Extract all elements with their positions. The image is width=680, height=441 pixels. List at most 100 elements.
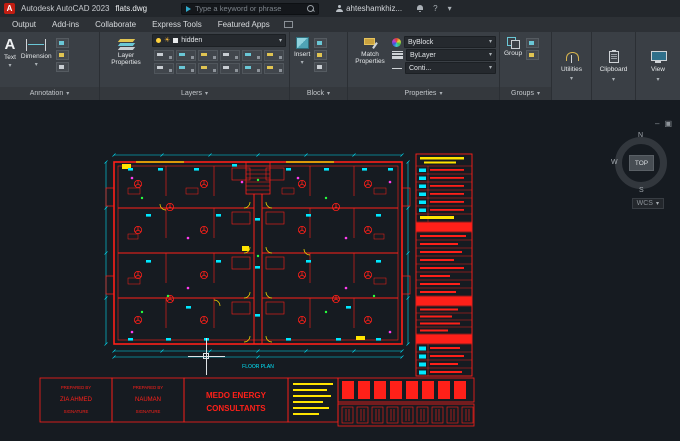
panel-label-groups[interactable]: Groups ▾ [500,87,551,100]
linetype-dropdown[interactable]: Conti... ▾ [405,62,496,74]
search-box[interactable]: Type a keyword or phrase [181,2,320,15]
panel-utilities: Utilities ▾ [552,32,592,100]
layer-color-swatch-icon[interactable] [173,38,179,43]
ungroup-icon[interactable] [526,38,540,48]
linetype-icon [392,67,402,69]
insert-button[interactable]: Insert ▾ [293,34,311,86]
viewcube-south[interactable]: S [639,187,644,194]
chevron-down-icon: ▾ [488,39,492,45]
layer-tool-icon[interactable] [154,50,174,61]
annotation-tool-icon[interactable] [55,62,69,72]
viewcube-top-face[interactable]: TOP [629,155,654,171]
layer-tool-icon[interactable] [264,50,284,61]
ribbon-tab-collaborate[interactable]: Collaborate [87,17,144,32]
layer-on-bulb-icon[interactable] [156,38,161,43]
layer-tool-icon[interactable] [198,50,218,61]
floor-plan-drawing: FLOOR PLAN PREPARED BY ZIA AHMED SIGNATU… [39,153,475,427]
ribbon-options-icon[interactable] [283,21,293,28]
match-properties-button[interactable]: Match Properties [351,34,389,86]
chevron-down-icon: ▾ [327,90,331,97]
current-layer-name: hidden [181,37,203,44]
plan-green-points [140,178,376,314]
group-button[interactable]: Group [503,34,523,86]
ribbon-tab-output[interactable]: Output [4,17,44,32]
block-attributes-icon[interactable] [314,62,328,72]
edit-block-icon[interactable] [314,50,328,60]
group-edit-icon[interactable] [526,50,540,60]
group-icon [506,37,520,49]
legend-table [415,153,473,377]
model-space-canvas[interactable]: – ▣ N W S TOP WCS ▾ FLOOR PLAN PREPARED … [0,100,680,441]
leader-tool-icon[interactable] [55,50,69,60]
user-account-button[interactable]: ahteshamkhiz... [335,4,402,13]
viewport-controls: – ▣ [655,120,672,128]
monitor-icon [651,51,667,64]
create-block-icon[interactable] [314,38,328,48]
ribbon-tab-addins[interactable]: Add-ins [44,17,87,32]
prepared-by-2-heading: PREPARED BY [133,385,163,390]
layer-tool-icon[interactable] [220,50,240,61]
layer-tool-icon[interactable] [154,63,174,74]
chevron-down-icon: ▾ [611,76,615,83]
notifications-icon[interactable] [416,5,423,13]
layer-tool-icon[interactable] [242,50,262,61]
layer-tools [152,49,286,75]
chevron-down-icon[interactable]: ▾ [448,4,452,13]
panel-label-block[interactable]: Block ▾ [290,87,347,100]
ribbon-tab-featured-apps[interactable]: Featured Apps [210,17,278,32]
view-button[interactable]: View ▾ [636,32,680,100]
wcs-menu[interactable]: WCS ▾ [631,198,664,209]
panel-block: Insert ▾ Block ▾ [290,32,348,100]
dimension-button[interactable]: Dimension ▾ [20,34,53,86]
layer-properties-button[interactable]: Layer Properties [103,34,149,86]
ribbon-tab-bar: Output Add-ins Collaborate Express Tools… [0,17,680,32]
object-color-value: ByBlock [408,38,434,46]
prepared-by-2-signature: SIGNATURE [136,409,161,414]
panel-annotation: A Text ▾ Dimension ▾ Annotation ▾ [0,32,100,100]
panel-label-layers[interactable]: Layers ▾ [100,87,289,100]
ribbon-tab-express-tools[interactable]: Express Tools [144,17,210,32]
panel-label-annotation[interactable]: Annotation ▾ [0,87,99,100]
ceiling-fan-symbols [133,179,373,325]
consultant-name-line1: MEDO ENERGY [206,391,267,400]
layer-dropdown[interactable]: ☀ hidden ▾ [152,34,286,47]
plan-caption: FLOOR PLAN [242,364,274,370]
title-bar: A Autodesk AutoCAD 2023 flats.dwg Type a… [0,0,680,17]
layer-tool-icon[interactable] [220,63,240,74]
autocad-logo[interactable]: A [4,3,15,14]
viewcube[interactable]: N W S TOP [611,132,670,194]
lineweight-icon [392,51,403,59]
layer-tool-icon[interactable] [198,63,218,74]
group-button-label: Group [504,50,523,57]
chevron-down-icon: ▾ [205,90,209,97]
autocad-window: A Autodesk AutoCAD 2023 flats.dwg Type a… [0,0,680,441]
chevron-down-icon: ▾ [655,200,659,207]
layer-tool-icon[interactable] [176,50,196,61]
layer-tool-icon[interactable] [264,63,284,74]
chevron-down-icon: ▾ [569,76,573,83]
search-icon[interactable] [307,5,315,12]
table-tool-icon[interactable] [55,38,69,48]
clipboard-label: Clipboard [599,66,628,74]
layer-tool-icon[interactable] [176,63,196,74]
plan-magenta-points [130,176,392,334]
layer-tool-icon[interactable] [242,63,262,74]
viewcube-west[interactable]: W [611,159,618,166]
plan-yellow-elements [122,161,365,343]
viewcube-north[interactable]: N [638,132,643,139]
prepared-by-1-name: ZIA AHMED [60,397,93,403]
panel-label-properties[interactable]: Properties ▾ [348,87,499,100]
minimize-viewport-icon[interactable]: – [655,120,659,128]
lineweight-dropdown[interactable]: ByLayer ▾ [406,49,496,61]
plan-walls [105,161,411,345]
clipboard-button[interactable]: Clipboard ▾ [592,32,635,100]
layer-thaw-sun-icon[interactable]: ☀ [164,37,170,44]
object-color-dropdown[interactable]: ByBlock ▾ [404,36,496,48]
text-button[interactable]: A Text ▾ [3,34,17,86]
chevron-down-icon: ▾ [278,37,282,44]
viewport-layout-icon[interactable]: ▣ [664,120,672,128]
utilities-button[interactable]: Utilities ▾ [552,32,591,100]
user-name: ahteshamkhiz... [346,4,403,13]
title-block-notes [293,383,333,415]
help-icon[interactable]: ? [433,4,437,13]
